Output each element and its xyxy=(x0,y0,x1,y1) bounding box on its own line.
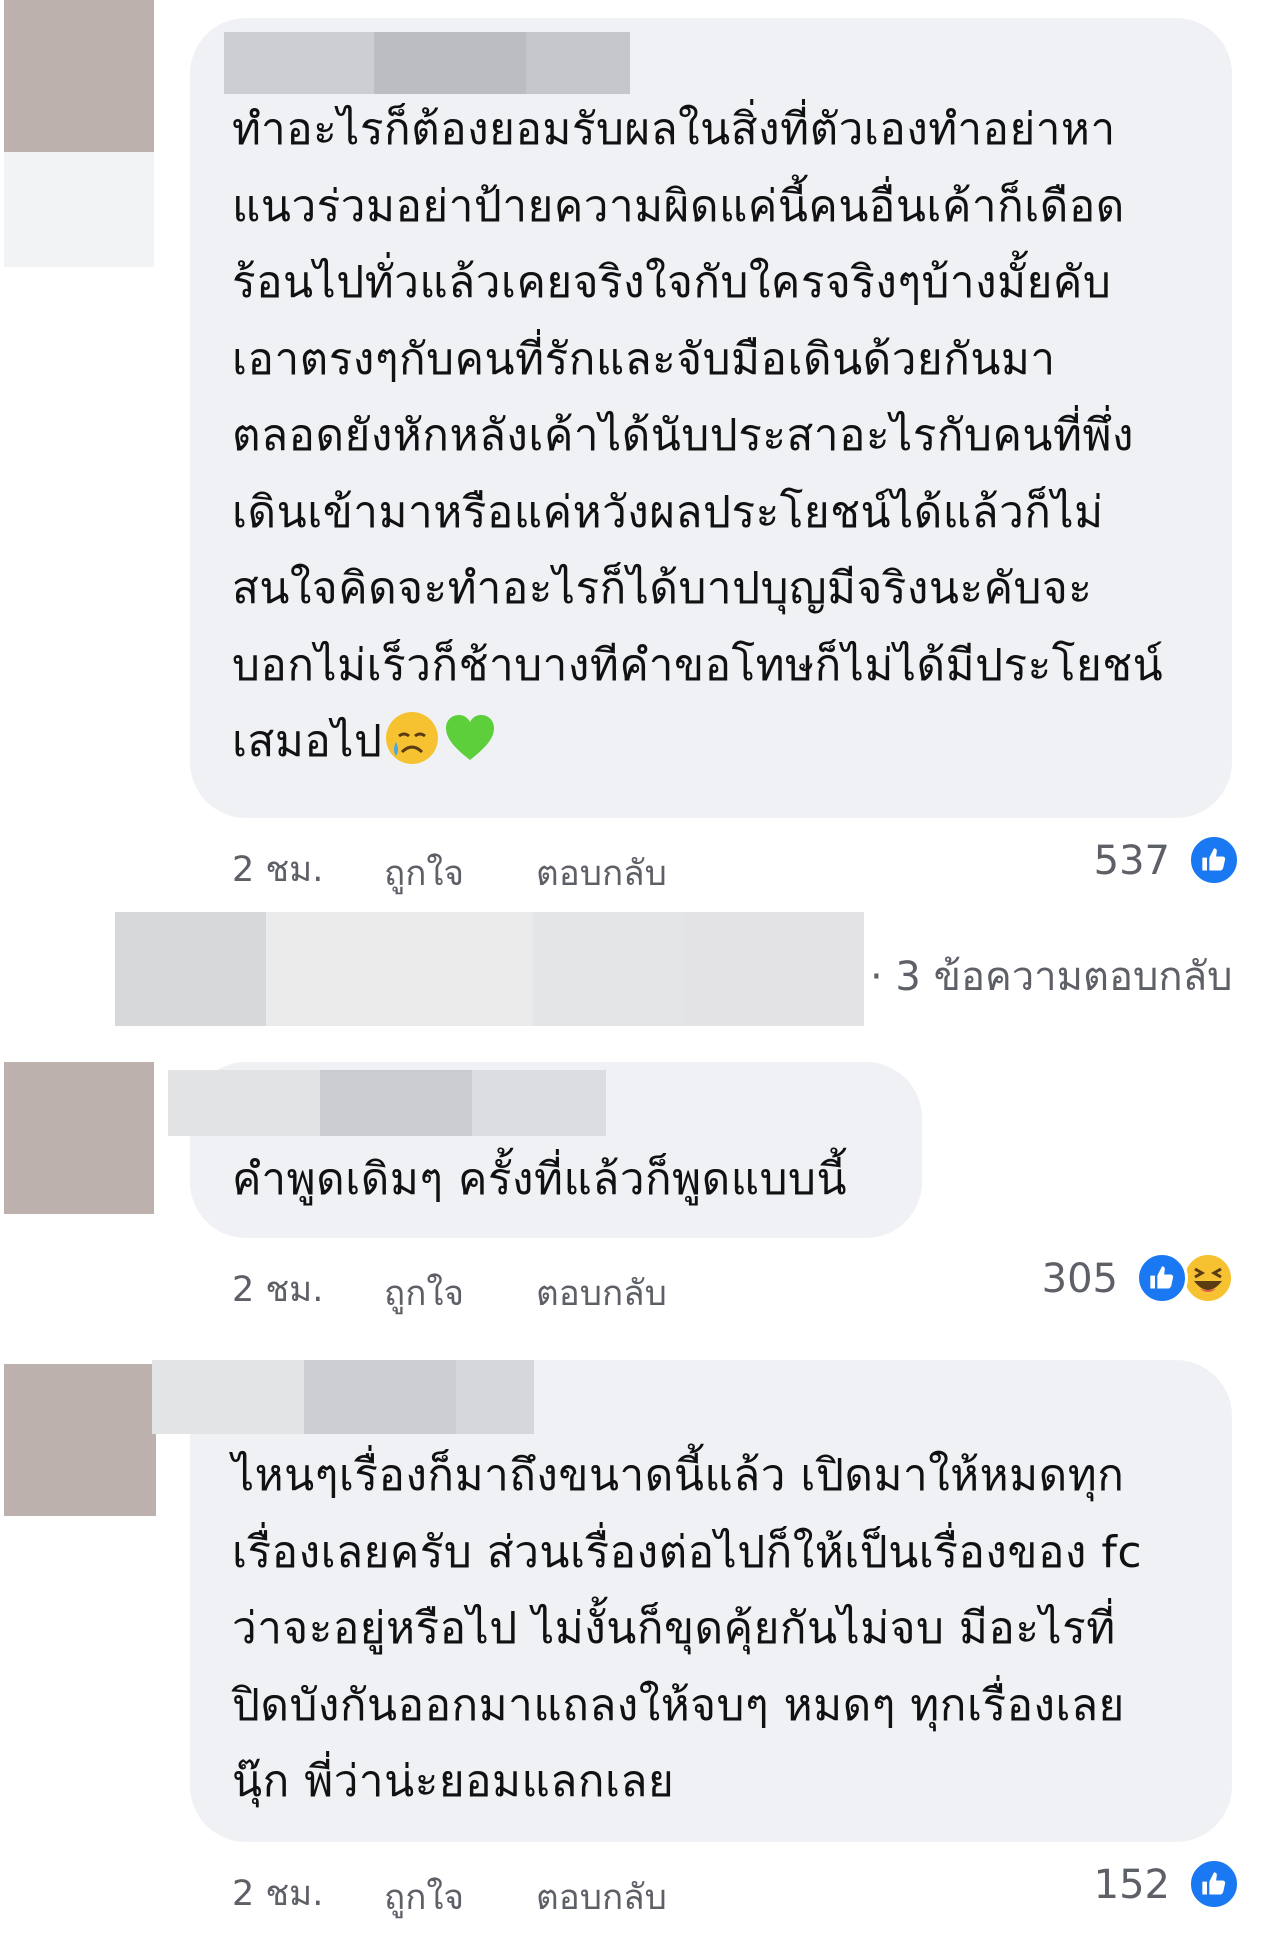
sad-tear-emoji xyxy=(386,712,439,764)
like-reaction-icon[interactable] xyxy=(1188,1858,1240,1910)
comment-text: ทำอะไรก็ต้องยอมรับผลในสิ่งที่ตัวเองทำอย่… xyxy=(232,92,1222,781)
reply-preview-redacted[interactable] xyxy=(115,912,864,1026)
comment-timestamp[interactable]: 2 ชม. xyxy=(232,1866,323,1921)
reply-button[interactable]: ตอบกลับ xyxy=(536,1870,667,1925)
reaction-count[interactable]: 537 xyxy=(1040,838,1170,884)
like-button[interactable]: ถูกใจ xyxy=(384,1870,464,1925)
comment-bubble: ไหนๆเรื่องก็มาถึงขนาดนี้แล้ว เปิดมาให้หม… xyxy=(152,1360,1232,1842)
commenter-name-redacted[interactable] xyxy=(152,1360,534,1434)
laughing-face-icon xyxy=(1194,1267,1222,1292)
comment-actions: 2 ชม. ถูกใจ ตอบกลับ xyxy=(232,842,832,894)
haha-reaction-icon[interactable] xyxy=(1182,1252,1234,1304)
view-replies-link[interactable]: · 3 ข้อความตอบกลับ xyxy=(870,944,1233,1008)
reaction-count[interactable]: 305 xyxy=(984,1256,1118,1302)
blurred-reply-avatar xyxy=(4,152,154,267)
thumbs-up-icon xyxy=(1202,848,1226,871)
commenter-name-redacted[interactable] xyxy=(168,1070,606,1136)
like-button[interactable]: ถูกใจ xyxy=(384,1266,464,1321)
green-heart-emoji xyxy=(446,715,495,760)
commenter-name-redacted[interactable] xyxy=(224,32,630,94)
like-reaction-icon[interactable] xyxy=(1136,1252,1188,1304)
comment-text: คำพูดเดิมๆ ครั้งที่แล้วก็พูดแบบนี้ xyxy=(232,1154,848,1205)
comment-timestamp[interactable]: 2 ชม. xyxy=(232,842,323,897)
comment-bubble: คำพูดเดิมๆ ครั้งที่แล้วก็พูดแบบนี้ xyxy=(168,1062,922,1238)
comment-bubble: ทำอะไรก็ต้องยอมรับผลในสิ่งที่ตัวเองทำอย่… xyxy=(190,18,1232,818)
comment-text: ไหนๆเรื่องก็มาถึงขนาดนี้แล้ว เปิดมาให้หม… xyxy=(232,1450,1143,1807)
commenter-avatar[interactable] xyxy=(4,1364,156,1516)
like-button[interactable]: ถูกใจ xyxy=(384,846,464,901)
thumbs-up-icon xyxy=(1150,1266,1174,1289)
commenter-avatar[interactable] xyxy=(4,0,154,152)
comment-actions: 2 ชม. ถูกใจ ตอบกลับ xyxy=(232,1262,832,1314)
thumbs-up-icon xyxy=(1202,1872,1226,1895)
like-reaction-icon[interactable] xyxy=(1188,834,1240,886)
comment-actions: 2 ชม. ถูกใจ ตอบกลับ xyxy=(232,1866,832,1918)
comment-timestamp[interactable]: 2 ชม. xyxy=(232,1262,323,1317)
comment-body: ทำอะไรก็ต้องยอมรับผลในสิ่งที่ตัวเองทำอย่… xyxy=(232,104,1164,767)
commenter-avatar[interactable] xyxy=(4,1062,154,1214)
reply-button[interactable]: ตอบกลับ xyxy=(536,846,667,901)
reply-button[interactable]: ตอบกลับ xyxy=(536,1266,667,1321)
reaction-count[interactable]: 152 xyxy=(1040,1862,1170,1908)
